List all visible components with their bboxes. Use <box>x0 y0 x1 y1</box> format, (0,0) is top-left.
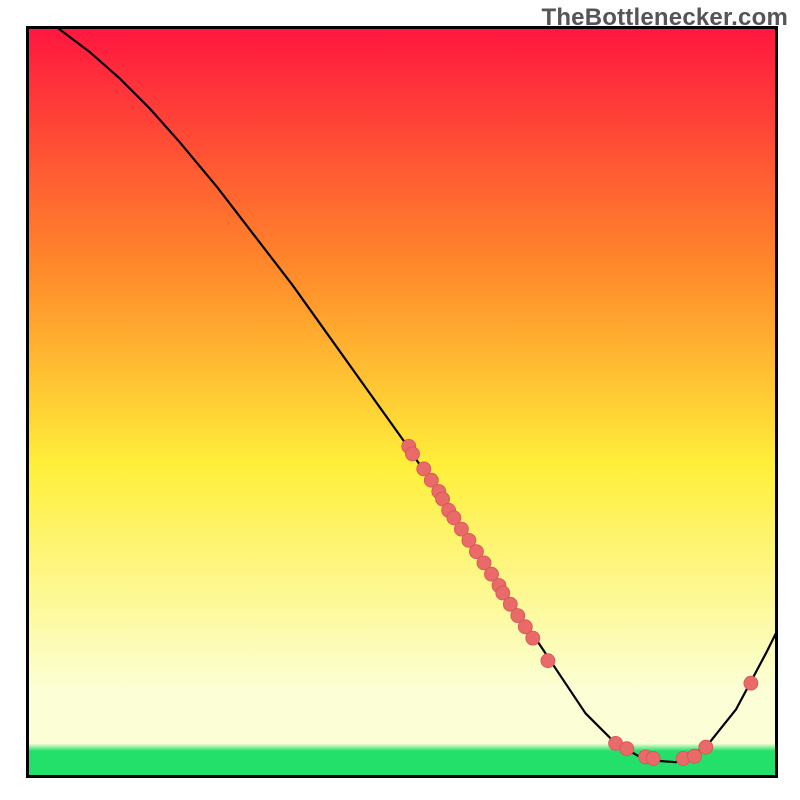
chart-container: TheBottlenecker.com <box>0 0 800 800</box>
data-point <box>620 742 634 756</box>
data-point <box>744 676 758 690</box>
plot-area <box>26 26 778 778</box>
data-point <box>526 631 540 645</box>
data-point <box>646 751 660 765</box>
watermark-text: TheBottlenecker.com <box>541 4 788 32</box>
chart-svg <box>29 29 778 778</box>
data-point <box>541 654 555 668</box>
data-point <box>699 740 713 754</box>
data-point <box>688 749 702 763</box>
data-point <box>406 447 420 461</box>
